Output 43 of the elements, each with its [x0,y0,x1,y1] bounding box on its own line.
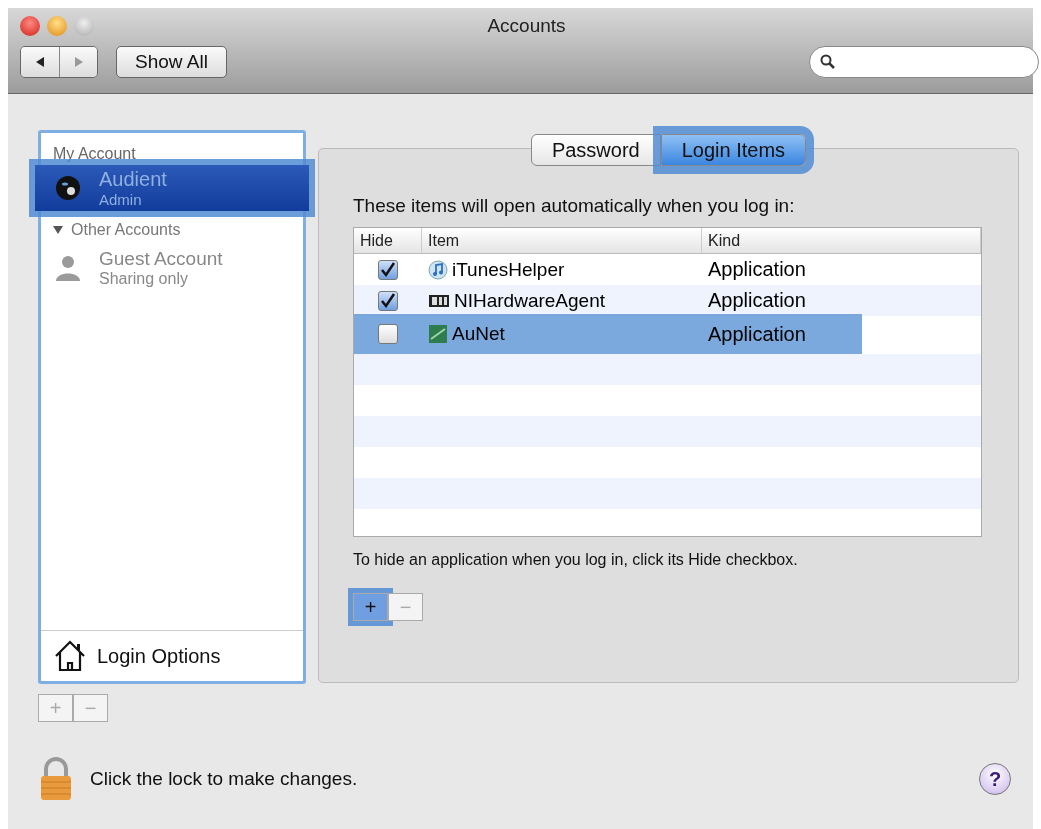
hint-text: To hide an application when you log in, click its Hide checkbox. [353,551,799,569]
account-name: Audient [99,168,167,191]
login-options-item[interactable]: Login Options [41,630,303,681]
item-name: AuNet [452,323,505,345]
section-heading[interactable]: Other Accounts [41,211,303,245]
column-header[interactable]: Item [422,228,702,253]
help-button[interactable]: ? [979,763,1011,795]
column-header[interactable]: Hide [354,228,422,253]
search-icon [820,54,836,70]
person-silhouette-icon [55,254,81,282]
show-all-button[interactable]: Show All [116,46,227,78]
application-icon [428,324,448,344]
house-icon [53,639,87,673]
intro-text: These items will open automatically when you log in: [353,195,796,217]
close-button[interactable] [20,16,40,36]
column-header[interactable]: Kind [702,228,981,253]
account-role: Admin [99,191,143,208]
section-heading: My Account [52,145,137,163]
item-name: iTunesHelper [452,258,565,281]
item-kind: Application [707,322,807,346]
table-row[interactable]: iTunesHelper Application [354,254,981,285]
table-row[interactable]: NIHardwareAgent Application [354,285,981,316]
item-kind: Application [707,258,807,281]
hide-checkbox[interactable] [378,324,398,344]
account-item[interactable]: Guest Account Sharing only [41,245,303,291]
item-name: NIHardwareAgent [454,289,606,312]
padlock-icon [38,757,74,801]
hardware-device-icon [428,292,450,309]
right-arrow-icon [72,56,85,68]
ball-avatar-icon [55,175,81,201]
disclosure-triangle-icon [53,225,63,235]
account-role: Sharing only [99,270,189,288]
item-kind: Application [707,289,807,312]
table-row[interactable]: AuNet Application [354,314,862,354]
hide-checkbox[interactable] [378,259,398,280]
window-title: Accounts [487,15,566,37]
account-name: Guest Account [99,248,223,270]
search-field[interactable] [809,46,1039,78]
lock-message: Click the lock to make changes. [90,768,358,790]
back-button[interactable] [21,47,59,77]
left-arrow-icon [34,56,46,68]
hide-checkbox[interactable] [378,290,398,311]
music-note-icon [428,259,448,280]
